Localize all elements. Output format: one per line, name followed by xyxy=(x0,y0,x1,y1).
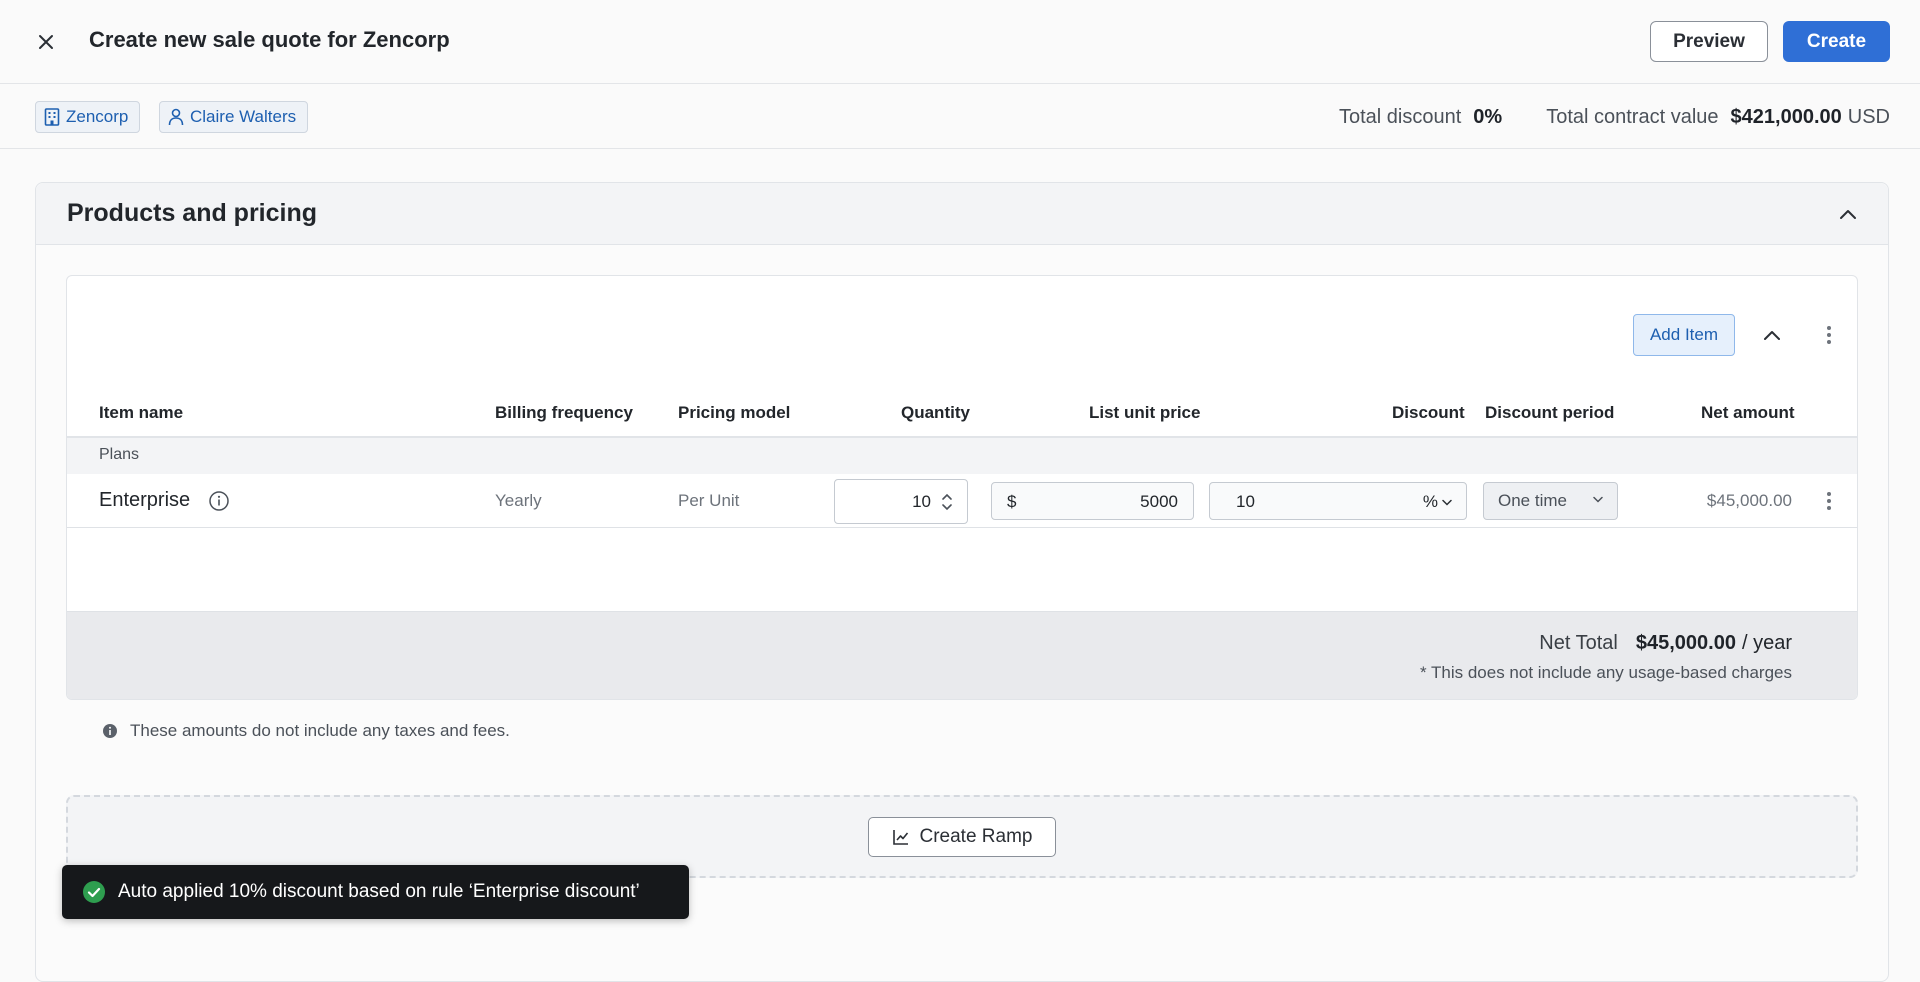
create-ramp-label: Create Ramp xyxy=(919,826,1033,847)
discount-unit-select[interactable]: % xyxy=(1423,492,1452,512)
group-row: Plans xyxy=(67,438,1857,474)
section-title: Products and pricing xyxy=(67,199,318,227)
group-label: Plans xyxy=(99,446,140,463)
column-header-item-name: Item name xyxy=(99,403,184,422)
close-button[interactable] xyxy=(32,28,60,56)
page-title: Create new sale quote for Zencorp xyxy=(89,27,450,52)
preview-button[interactable]: Preview xyxy=(1650,21,1768,62)
column-header-billing-frequency: Billing frequency xyxy=(495,403,633,422)
products-pricing-section: Products and pricing Add Item Item name … xyxy=(35,182,1889,982)
total-contract-label: Total contract value xyxy=(1546,106,1719,128)
items-collapse-button[interactable] xyxy=(1758,321,1786,349)
tax-note: These amounts do not include any taxes a… xyxy=(102,721,510,741)
net-total-label: Net Total xyxy=(1539,632,1618,654)
tax-note-text: These amounts do not include any taxes a… xyxy=(130,721,510,740)
column-header-list-unit-price: List unit price xyxy=(1089,403,1201,422)
more-vertical-icon xyxy=(1827,326,1831,344)
chevron-down-icon xyxy=(1593,496,1603,503)
top-bar: Create new sale quote for Zencorp Previe… xyxy=(0,0,1920,84)
total-contract-value: $421,000.00 xyxy=(1730,106,1842,128)
totals-summary: Total discount 0% Total contract value $… xyxy=(1339,106,1890,129)
toast-notification: Auto applied 10% discount based on rule … xyxy=(62,865,689,919)
chevron-down-icon xyxy=(1442,499,1452,506)
discount-period-select[interactable]: One time xyxy=(1483,482,1618,520)
info-filled-icon xyxy=(103,724,117,738)
more-vertical-icon xyxy=(1827,492,1831,510)
column-header-pricing-model: Pricing model xyxy=(678,403,791,422)
contact-name: Claire Walters xyxy=(190,107,297,126)
pricing-model: Per Unit xyxy=(678,491,740,510)
discount-input[interactable]: 10 % xyxy=(1209,482,1467,520)
currency-symbol: $ xyxy=(1007,492,1017,511)
discount-value: 10 xyxy=(1236,492,1255,511)
check-circle-icon xyxy=(83,881,105,903)
info-icon[interactable] xyxy=(208,490,230,512)
column-header-discount-period: Discount period xyxy=(1485,403,1615,422)
column-header-net-amount: Net amount xyxy=(1701,403,1795,422)
toast-message: Auto applied 10% discount based on rule … xyxy=(118,881,640,902)
close-icon xyxy=(39,35,53,49)
chevron-up-icon xyxy=(1764,331,1780,340)
company-name: Zencorp xyxy=(66,107,129,126)
net-total: Net Total $45,000.00 / year xyxy=(1539,632,1792,655)
stepper-arrows-icon[interactable] xyxy=(941,490,953,514)
user-icon xyxy=(168,108,184,126)
total-discount-value: 0% xyxy=(1473,106,1503,128)
list-unit-price-input[interactable]: $ 5000 xyxy=(991,482,1194,520)
item-name: Enterprise xyxy=(99,489,191,511)
quantity-value: 10 xyxy=(912,492,931,511)
section-collapse-button[interactable] xyxy=(1834,200,1862,228)
net-total-value: $45,000.00 xyxy=(1635,632,1736,654)
building-icon xyxy=(44,108,60,126)
section-header: Products and pricing xyxy=(36,183,1888,245)
items-more-menu[interactable] xyxy=(1819,321,1839,349)
company-chip[interactable]: Zencorp xyxy=(35,101,141,133)
net-total-bar: Net Total $45,000.00 / year * This does … xyxy=(67,611,1857,699)
row-more-menu[interactable] xyxy=(1819,487,1839,515)
table-row: Enterprise Yearly Per Unit 10 $ 5000 10 … xyxy=(67,474,1857,528)
items-card: Add Item Item name Billing frequency Pri… xyxy=(66,275,1858,700)
column-header-discount: Discount xyxy=(1392,403,1465,422)
create-ramp-button[interactable]: Create Ramp xyxy=(868,817,1056,857)
contact-chip[interactable]: Claire Walters xyxy=(159,101,309,133)
discount-period-value: One time xyxy=(1498,491,1567,510)
chevron-up-icon xyxy=(1840,210,1856,219)
line-chart-icon xyxy=(892,830,908,845)
total-contract-currency: USD xyxy=(1847,106,1890,128)
create-button[interactable]: Create xyxy=(1783,21,1890,62)
quantity-stepper[interactable]: 10 xyxy=(834,479,968,524)
net-total-period: / year xyxy=(1741,632,1792,654)
add-item-button[interactable]: Add Item xyxy=(1633,314,1735,356)
net-amount: $45,000.00 xyxy=(1706,491,1792,510)
total-discount-label: Total discount xyxy=(1339,106,1462,128)
list-unit-price-value: 5000 xyxy=(1140,492,1178,511)
quote-summary-bar: Zencorp Claire Walters Total discount 0%… xyxy=(0,84,1920,149)
billing-frequency: Yearly xyxy=(495,491,542,510)
column-header-quantity: Quantity xyxy=(901,403,970,422)
discount-unit: % xyxy=(1422,492,1438,511)
usage-note: * This does not include any usage-based … xyxy=(1419,663,1792,682)
